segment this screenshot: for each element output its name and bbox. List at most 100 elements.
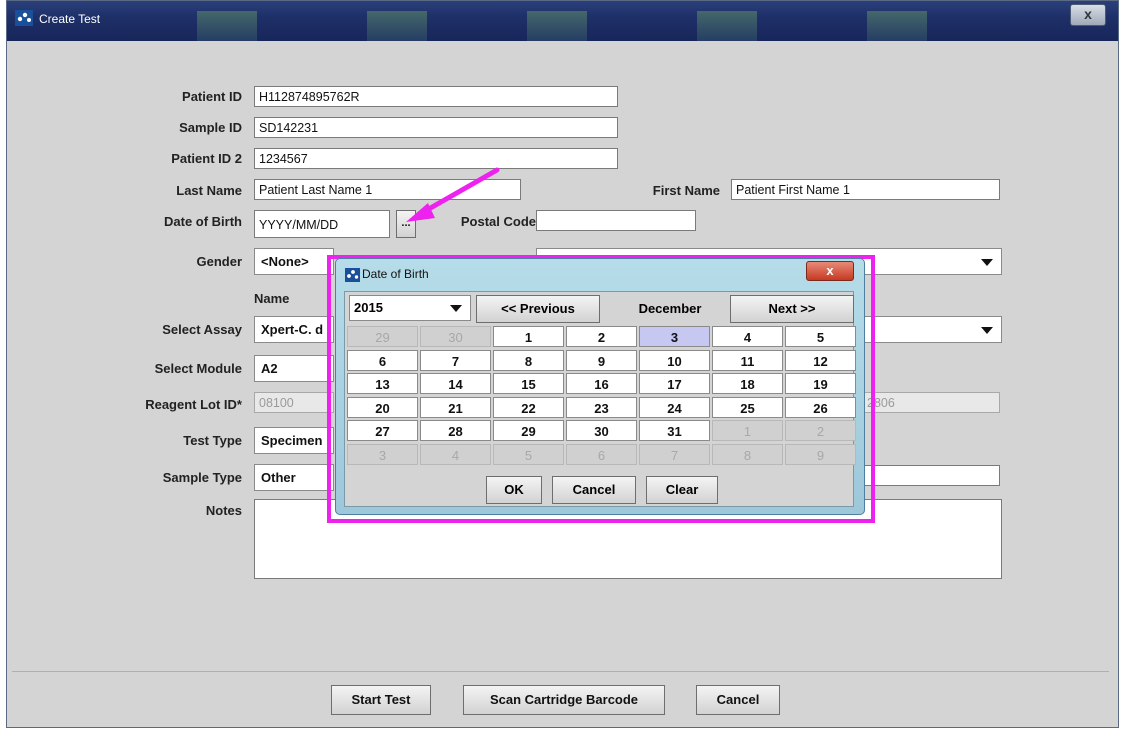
calendar-day-cell[interactable]: 17 (639, 373, 710, 394)
test-type-combo[interactable]: Specimen (254, 427, 334, 454)
clear-button[interactable]: Clear (646, 476, 718, 504)
select-module-combo[interactable]: A2 (254, 355, 334, 382)
calendar-day-cell[interactable]: 24 (639, 396, 710, 418)
titlebar-decoration (197, 11, 257, 41)
start-test-button[interactable]: Start Test (331, 685, 431, 715)
titlebar-decoration (527, 11, 587, 41)
patient-id-label: Patient ID (182, 89, 242, 104)
titlebar-decoration (867, 11, 927, 41)
calendar-day-cell: 3 (347, 443, 418, 465)
calendar-day-cell: 4 (420, 443, 491, 465)
calendar-day-cell[interactable]: 27 (347, 420, 418, 441)
chevron-down-icon (450, 305, 462, 312)
select-assay-label: Select Assay (162, 322, 242, 337)
calendar-day-cell[interactable]: 15 (493, 373, 564, 394)
calendar-day-cell[interactable]: 23 (566, 396, 637, 418)
date-of-birth-dialog: Date of Birth x 2015 << Previous Decembe… (335, 258, 865, 515)
calendar-day-cell[interactable]: 8 (493, 349, 564, 371)
calendar-day-cell: 7 (639, 443, 710, 465)
calendar-day-cell[interactable]: 3 (639, 326, 710, 347)
calendar-day-cell[interactable]: 21 (420, 396, 491, 418)
calendar-day-cell[interactable]: 31 (639, 420, 710, 441)
sample-type-label: Sample Type (162, 470, 242, 485)
year-select[interactable]: 2015 (349, 295, 471, 321)
calendar-day-cell[interactable]: 28 (420, 420, 491, 441)
year-value: 2015 (354, 300, 383, 315)
first-name-label: First Name (652, 183, 720, 198)
calendar-day-cell[interactable]: 30 (566, 420, 637, 441)
next-month-button[interactable]: Next >> (730, 295, 854, 323)
dob-picker-button[interactable]: ... (396, 210, 416, 238)
name-header: Name (254, 291, 290, 306)
calendar-day-cell: 30 (420, 326, 491, 347)
postal-code-field[interactable] (536, 210, 696, 231)
cancel-button[interactable]: Cancel (696, 685, 780, 715)
ok-button[interactable]: OK (486, 476, 542, 504)
test-type-label: Test Type (183, 433, 242, 448)
calendar-day-cell[interactable]: 20 (347, 396, 418, 418)
calendar-day-cell[interactable]: 9 (566, 349, 637, 371)
patient-id2-field[interactable]: 1234567 (254, 148, 618, 169)
window-title: Create Test (39, 12, 101, 26)
app-icon (15, 10, 33, 26)
gender-label: Gender (196, 254, 242, 269)
calendar-day-cell: 8 (712, 443, 783, 465)
chevron-down-icon (981, 259, 993, 266)
calendar-day-cell: 2 (785, 420, 856, 441)
reagent-lot-field: 08100 (254, 392, 334, 413)
select-assay-dropdown-arrow[interactable] (862, 316, 1002, 343)
last-name-field[interactable]: Patient Last Name 1 (254, 179, 521, 200)
title-bar: Create Test x (7, 1, 1118, 41)
sample-id-field[interactable]: SD142231 (254, 117, 618, 138)
sample-type-combo[interactable]: Other (254, 464, 334, 491)
calendar-day-cell: 6 (566, 443, 637, 465)
calendar-day-cell[interactable]: 6 (347, 349, 418, 371)
calendar-day-cell[interactable]: 2 (566, 326, 637, 347)
dob-field[interactable]: YYYY/MM/DD (254, 210, 390, 238)
calendar-day-cell[interactable]: 4 (712, 326, 783, 347)
calendar-day-cell: 5 (493, 443, 564, 465)
calendar-day-cell[interactable]: 14 (420, 373, 491, 394)
reagent-lot-label: Reagent Lot ID* (145, 397, 242, 412)
dialog-cancel-button[interactable]: Cancel (552, 476, 636, 504)
calendar-day-cell: 29 (347, 326, 418, 347)
calendar-day-cell[interactable]: 16 (566, 373, 637, 394)
calendar-day-cell: 9 (785, 443, 856, 465)
chevron-down-icon (981, 327, 993, 334)
calendar-day-cell[interactable]: 5 (785, 326, 856, 347)
calendar-day-cell[interactable]: 12 (785, 349, 856, 371)
patient-id2-label: Patient ID 2 (171, 151, 242, 166)
calendar-day-cell: 1 (712, 420, 783, 441)
reagent-lot-field-right: 2806 (862, 392, 1000, 413)
window-close-button[interactable]: x (1070, 4, 1106, 26)
calendar-day-cell[interactable]: 26 (785, 396, 856, 418)
calendar-day-cell[interactable]: 10 (639, 349, 710, 371)
calendar-day-cell[interactable]: 11 (712, 349, 783, 371)
calendar-day-cell[interactable]: 7 (420, 349, 491, 371)
first-name-field[interactable]: Patient First Name 1 (731, 179, 1000, 200)
calendar-panel: 2015 << Previous December Next >> 29 30 1 2… (344, 291, 856, 507)
patient-id-field[interactable]: H112874895762R (254, 86, 618, 107)
calendar-day-cell[interactable]: 1 (493, 326, 564, 347)
calendar-day-cell[interactable]: 29 (493, 420, 564, 441)
calendar-day-cell[interactable]: 25 (712, 396, 783, 418)
last-name-label: Last Name (176, 183, 242, 198)
sample-type-field-right[interactable] (862, 465, 1000, 486)
calendar-day-cell[interactable]: 13 (347, 373, 418, 394)
titlebar-decoration (697, 11, 757, 41)
select-assay-combo[interactable]: Xpert-C. d (254, 316, 334, 343)
dob-label: Date of Birth (164, 214, 242, 229)
postal-code-label: Postal Code (460, 214, 536, 229)
previous-month-button[interactable]: << Previous (476, 295, 600, 323)
calendar-day-cell[interactable]: 22 (493, 396, 564, 418)
gender-select[interactable]: <None> (254, 248, 334, 275)
notes-label: Notes (205, 503, 242, 518)
calendar-day-cell[interactable]: 18 (712, 373, 783, 394)
month-label: December (638, 301, 702, 316)
scan-cartridge-barcode-button[interactable]: Scan Cartridge Barcode (463, 685, 665, 715)
calendar-day-cell[interactable]: 19 (785, 373, 856, 394)
app-icon (345, 268, 360, 282)
dialog-close-button[interactable]: x (806, 261, 854, 281)
select-module-label: Select Module (154, 361, 242, 376)
titlebar-decoration (367, 11, 427, 41)
